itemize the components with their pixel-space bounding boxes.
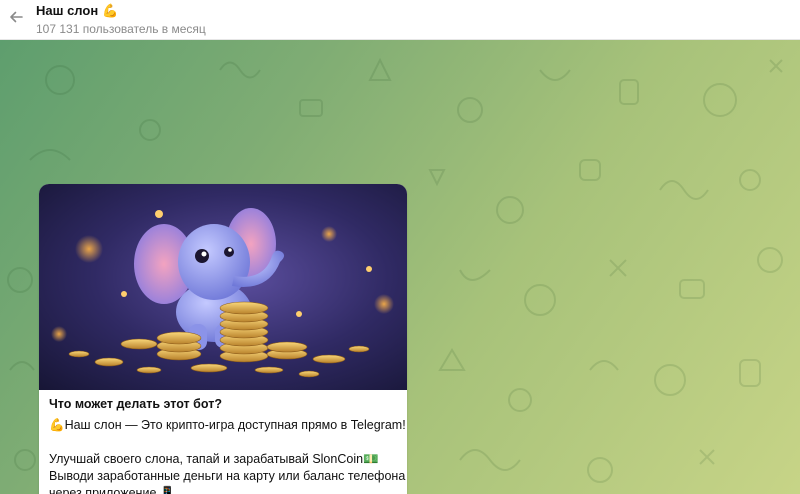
message-line: 💪Наш слон — Это крипто-игра доступная пр…: [49, 418, 406, 432]
bot-description-message: Что может делать этот бот? 💪Наш слон — Э…: [39, 184, 407, 494]
flexed-biceps-emoji: 💪: [49, 418, 65, 432]
chat-header: Наш слон 💪 107 131 пользователь в месяц: [0, 0, 800, 40]
flexed-biceps-emoji: 💪: [102, 3, 119, 18]
chat-background: Что может делать этот бот? 💪Наш слон — Э…: [0, 40, 800, 494]
message-line: через приложение 📱: [49, 485, 399, 494]
message-title: Что может делать этот бот?: [49, 397, 222, 411]
back-button[interactable]: [5, 6, 27, 28]
message-text: Что может делать этот бот? 💪Наш слон — Э…: [49, 396, 406, 494]
elephant-coins-image: [39, 184, 407, 390]
message-line: Выводи заработанные деньги на карту или …: [49, 469, 406, 483]
chat-title: Наш слон: [36, 3, 99, 18]
message-line: Улучшай своего слона, тапай и зарабатыва…: [49, 452, 379, 466]
chat-title-area[interactable]: Наш слон 💪 107 131 пользователь в месяц: [36, 3, 206, 37]
arrow-left-icon: [10, 11, 23, 23]
money-emoji: 💵: [363, 452, 379, 466]
mobile-phone-emoji: 📱: [159, 486, 176, 494]
chat-subtitle: 107 131 пользователь в месяц: [36, 22, 206, 36]
